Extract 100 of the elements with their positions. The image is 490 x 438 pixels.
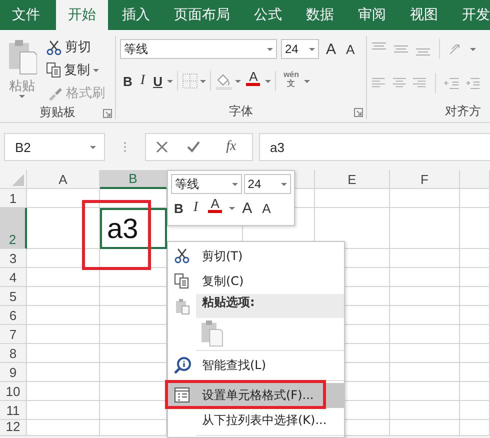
fill-bucket-icon[interactable]: [215, 72, 234, 90]
paste-option-icon[interactable]: [200, 319, 224, 347]
font-color-button[interactable]: A: [243, 70, 264, 92]
font-color-button[interactable]: A: [205, 197, 226, 219]
menu-item[interactable]: 从下拉列表中选择(K)...: [168, 408, 344, 433]
paste-icon[interactable]: [7, 38, 37, 75]
ribbon-tab[interactable]: 开始: [56, 0, 108, 30]
grid-cell[interactable]: [390, 382, 460, 401]
grip-icon[interactable]: [123, 141, 127, 153]
name-box[interactable]: B2: [4, 133, 105, 161]
caret-icon[interactable]: [19, 95, 25, 98]
column-header[interactable]: A: [27, 170, 100, 189]
caret-icon[interactable]: [229, 206, 236, 210]
row-header[interactable]: 7: [0, 325, 27, 344]
caret-icon[interactable]: [167, 80, 174, 82]
underline-button[interactable]: U: [150, 70, 166, 92]
row-header[interactable]: 12: [0, 420, 27, 436]
row-header[interactable]: 10: [0, 382, 27, 401]
shrink-font-button[interactable]: A: [343, 38, 358, 60]
grid-cell[interactable]: [460, 363, 490, 382]
grid-cell[interactable]: [460, 208, 490, 249]
caret-icon[interactable]: [90, 146, 96, 148]
grid-cell[interactable]: [27, 325, 100, 344]
ribbon-tab[interactable]: 公式: [242, 0, 294, 30]
dialog-launcher-icon[interactable]: [354, 108, 363, 117]
menu-item[interactable]: 智能查找(L): [168, 353, 344, 378]
grid-cell[interactable]: [390, 420, 460, 436]
grid-cell[interactable]: [27, 208, 100, 249]
caret-icon[interactable]: [200, 80, 206, 82]
row-header[interactable]: 3: [0, 249, 27, 268]
bold-button[interactable]: B: [120, 70, 136, 92]
ribbon-tab[interactable]: 审阅: [346, 0, 398, 30]
caret-icon[interactable]: [93, 68, 99, 72]
grid-cell[interactable]: [390, 249, 460, 268]
column-header[interactable]: B: [100, 170, 167, 189]
row-header[interactable]: 4: [0, 268, 27, 287]
caret-icon[interactable]: [281, 182, 287, 186]
row-header[interactable]: 8: [0, 344, 27, 363]
grid-cell[interactable]: [27, 401, 100, 420]
row-header[interactable]: 2: [0, 208, 27, 249]
grid-cell[interactable]: [460, 325, 490, 344]
caret-icon[interactable]: [267, 48, 273, 50]
insert-function-button[interactable]: fx: [220, 138, 242, 156]
italic-button[interactable]: I: [137, 70, 148, 92]
shrink-font-button[interactable]: A: [259, 197, 274, 219]
cancel-icon[interactable]: [156, 141, 168, 153]
font-select[interactable]: 等线: [171, 174, 242, 194]
column-header[interactable]: E: [315, 170, 390, 189]
grid-cell[interactable]: [390, 306, 460, 325]
grid-cell[interactable]: [390, 344, 460, 363]
font-select[interactable]: 等线: [120, 39, 277, 59]
row-header[interactable]: 9: [0, 363, 27, 382]
ribbon-tab[interactable]: 页面布局: [162, 0, 242, 30]
grid-cell[interactable]: [27, 306, 100, 325]
select-all-icon[interactable]: [12, 174, 24, 186]
caret-icon[interactable]: [309, 48, 315, 50]
caret-icon[interactable]: [265, 80, 272, 82]
grid-cell[interactable]: [27, 344, 100, 363]
grid-cell[interactable]: [460, 249, 490, 268]
grid-cell[interactable]: [460, 287, 490, 306]
row-header[interactable]: 5: [0, 287, 27, 306]
copy-button[interactable]: 复制: [44, 59, 107, 81]
phonetic-button[interactable]: wén 文: [280, 70, 302, 92]
font-size-select[interactable]: 24: [244, 174, 291, 194]
grid-cell[interactable]: [390, 268, 460, 287]
check-icon[interactable]: [187, 141, 200, 153]
grid-cell[interactable]: [460, 189, 490, 208]
column-header[interactable]: F: [390, 170, 460, 189]
grid-cell[interactable]: [390, 363, 460, 382]
grid-cell[interactable]: [27, 287, 100, 306]
caret-icon[interactable]: [470, 48, 476, 50]
column-header[interactable]: [460, 170, 490, 189]
caret-icon[interactable]: [304, 80, 310, 82]
ribbon-tab[interactable]: 文件: [0, 0, 52, 30]
grid-cell[interactable]: [390, 325, 460, 344]
grid-cell[interactable]: [27, 420, 100, 436]
borders-icon[interactable]: [182, 73, 198, 89]
formula-field[interactable]: a3: [259, 133, 490, 161]
ribbon-tab[interactable]: 数据: [294, 0, 346, 30]
grid-cell[interactable]: [27, 268, 100, 287]
ribbon-tab[interactable]: 视图: [398, 0, 450, 30]
menu-item[interactable]: 设置单元格格式(F)...: [168, 383, 344, 408]
grid-cell[interactable]: [315, 189, 390, 208]
row-header[interactable]: 11: [0, 401, 27, 420]
row-header[interactable]: 1: [0, 189, 27, 208]
grid-cell[interactable]: [460, 401, 490, 420]
dialog-launcher-icon[interactable]: [103, 109, 112, 118]
grow-font-button[interactable]: A: [323, 38, 340, 60]
grid-cell[interactable]: [460, 420, 490, 436]
grid-cell[interactable]: [390, 401, 460, 420]
grid-cell[interactable]: [460, 382, 490, 401]
menu-item[interactable]: 剪切(T): [168, 244, 344, 269]
grow-font-button[interactable]: A: [239, 197, 256, 219]
grid-cell[interactable]: [27, 189, 100, 208]
row-header[interactable]: 6: [0, 306, 27, 325]
caret-icon[interactable]: [232, 182, 238, 186]
italic-button[interactable]: I: [190, 197, 202, 219]
grid-cell[interactable]: [460, 306, 490, 325]
grid-cell[interactable]: [390, 208, 460, 249]
grid-cell[interactable]: [390, 287, 460, 306]
